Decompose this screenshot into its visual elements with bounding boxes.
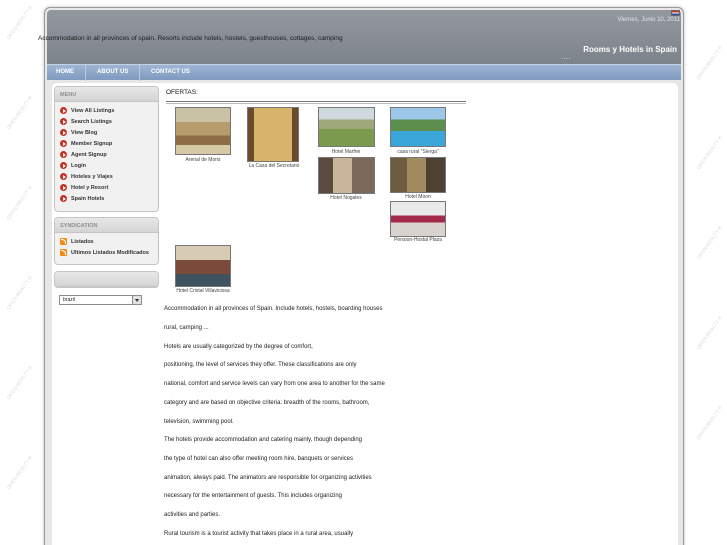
- body-text-line: television, swimming pool.: [164, 419, 234, 425]
- syndication-title: SYNDICATION: [55, 218, 158, 233]
- photo-hotel-moon[interactable]: [390, 157, 446, 193]
- menu-item-hotel-y-resort[interactable]: Hotel y Resort: [60, 182, 158, 193]
- body-text-line: Hotels are usually categorized by the de…: [164, 344, 313, 350]
- syndication-label: Ultimos Listados Modificados: [71, 249, 149, 256]
- offer-caption[interactable]: Hotel Nogales: [330, 195, 361, 201]
- main-nav: HOME ABOUT US CONTACT US: [47, 64, 681, 81]
- menu-item-label: Login: [71, 162, 86, 169]
- watermark: OPEN-REALTY ®: [6, 4, 34, 42]
- menu-item-label: View Blog: [71, 129, 98, 136]
- photo-arenal-de-moris[interactable]: [175, 107, 231, 155]
- offer-caption[interactable]: Pension-Hostal Plaza: [394, 237, 442, 243]
- menu-item-label: Hoteles y Viajes: [71, 173, 113, 180]
- arrow-right-icon: [60, 184, 67, 191]
- body-text-line: necessary for the entertainment of guest…: [164, 493, 342, 499]
- photo-casa-rural-sierga[interactable]: [390, 107, 446, 147]
- watermark: OPEN-REALTY ®: [6, 184, 34, 222]
- nav-contact-us[interactable]: CONTACT US: [151, 69, 190, 75]
- body-text-line: Rural tourism is a tourist activity that…: [164, 531, 354, 537]
- offer-caption[interactable]: casa rural "Sierga": [397, 149, 438, 155]
- offer-caption[interactable]: Hotel Cristal Villaviciosa: [176, 288, 229, 294]
- nav-divider: [139, 65, 140, 81]
- menu-item-label: Search Listings: [71, 118, 112, 125]
- arrow-right-icon: [60, 151, 67, 158]
- menu-item-label: Spain Hotels: [71, 195, 105, 202]
- photo-la-casa-del-secretario[interactable]: [247, 107, 299, 162]
- offer-caption[interactable]: Hotel Marfrei: [332, 149, 361, 155]
- syndication-label: Listados: [71, 238, 94, 245]
- language-select[interactable]: brazil: [59, 295, 142, 305]
- extra-panel: [54, 271, 159, 288]
- rss-icon: [60, 238, 67, 245]
- header-dots: ....: [561, 54, 571, 61]
- watermark: OPEN-REALTY ®: [6, 94, 34, 132]
- photo-hotel-cristal-villaviciosa[interactable]: [175, 245, 231, 287]
- menu-item-view-blog[interactable]: View Blog: [60, 127, 158, 138]
- arrow-right-icon: [60, 107, 67, 114]
- watermark: OPEN-REALTY ®: [6, 454, 34, 492]
- extra-panel-head: [55, 272, 158, 287]
- photo-hotel-nogales[interactable]: [318, 157, 375, 194]
- body-text-line: rural, camping ...: [164, 325, 209, 331]
- body-text-line: national, comfort and service levels can…: [164, 381, 385, 387]
- offer-caption[interactable]: La Casa del Secretario: [249, 163, 300, 169]
- watermark: OPEN-REALTY ®: [6, 274, 34, 312]
- nav-about-us[interactable]: ABOUT US: [97, 69, 128, 75]
- current-date: Viernes, Junio 10, 2011: [617, 17, 681, 23]
- menu-panel: MENU View All Listings Search Listings V…: [54, 86, 159, 212]
- offer-caption[interactable]: Hotel Moon: [405, 194, 431, 200]
- language-select-value: brazil: [63, 297, 75, 303]
- menu-title: MENU: [55, 87, 158, 102]
- arrow-right-icon: [60, 173, 67, 180]
- body-text-line: positioning, the level of services they …: [164, 362, 357, 368]
- offers-title: OFERTAS:: [166, 89, 198, 96]
- arrow-right-icon: [60, 118, 67, 125]
- menu-item-hoteles-y-viajes[interactable]: Hoteles y Viajes: [60, 171, 158, 182]
- offer-caption[interactable]: Arenal de Moris: [185, 157, 220, 163]
- arrow-right-icon: [60, 129, 67, 136]
- menu-item-label: Member Signup: [71, 140, 113, 147]
- watermark: OPEN-REALTY ®: [696, 314, 724, 352]
- body-text-line: animation, always paid. The animators ar…: [164, 475, 372, 481]
- menu-item-label: Hotel y Resort: [71, 184, 109, 191]
- body-text-line: activities and parties.: [164, 512, 221, 518]
- menu-item-label: View All Listings: [71, 107, 115, 114]
- menu-item-login[interactable]: Login: [60, 160, 158, 171]
- uk-flag-icon[interactable]: [671, 10, 680, 16]
- offers-divider: [166, 101, 466, 104]
- arrow-right-icon: [60, 162, 67, 169]
- nav-divider: [85, 65, 86, 81]
- arrow-right-icon: [60, 195, 67, 202]
- body-text-line: The hotels provide accommodation and cat…: [164, 437, 363, 443]
- site-tagline: Accommodation in all provinces of spain.…: [38, 35, 343, 42]
- rss-listados-link[interactable]: Listados: [60, 236, 158, 247]
- arrow-right-icon: [60, 140, 67, 147]
- menu-item-member-signup[interactable]: Member Signup: [60, 138, 158, 149]
- nav-home[interactable]: HOME: [56, 69, 74, 75]
- menu-item-search-listings[interactable]: Search Listings: [60, 116, 158, 127]
- watermark: OPEN-REALTY ®: [6, 364, 34, 402]
- menu-item-label: Agent Signup: [71, 151, 107, 158]
- rss-icon: [60, 249, 67, 256]
- watermark: OPEN-REALTY ®: [696, 134, 724, 172]
- menu-item-view-all-listings[interactable]: View All Listings: [60, 105, 158, 116]
- rss-ultimos-listados-link[interactable]: Ultimos Listados Modificados: [60, 247, 158, 258]
- photo-hotel-marfrei[interactable]: [318, 107, 375, 147]
- watermark: OPEN-REALTY ®: [696, 224, 724, 262]
- body-text-line: Accommodation in all provinces of Spain.…: [164, 306, 383, 312]
- site-title: Rooms y Hotels in Spain: [583, 45, 677, 54]
- chevron-down-icon: [132, 296, 141, 304]
- menu-item-spain-hotels[interactable]: Spain Hotels: [60, 193, 158, 204]
- photo-pension-hostal-plaza[interactable]: [390, 201, 446, 237]
- body-text-line: the type of hotel can also offer meeting…: [164, 456, 353, 462]
- syndication-panel: SYNDICATION Listados Ultimos Listados Mo…: [54, 217, 159, 265]
- menu-item-agent-signup[interactable]: Agent Signup: [60, 149, 158, 160]
- watermark: OPEN-REALTY ®: [696, 44, 724, 82]
- watermark: OPEN-REALTY ®: [696, 404, 724, 442]
- body-text-line: category and are based on objective crit…: [164, 400, 370, 406]
